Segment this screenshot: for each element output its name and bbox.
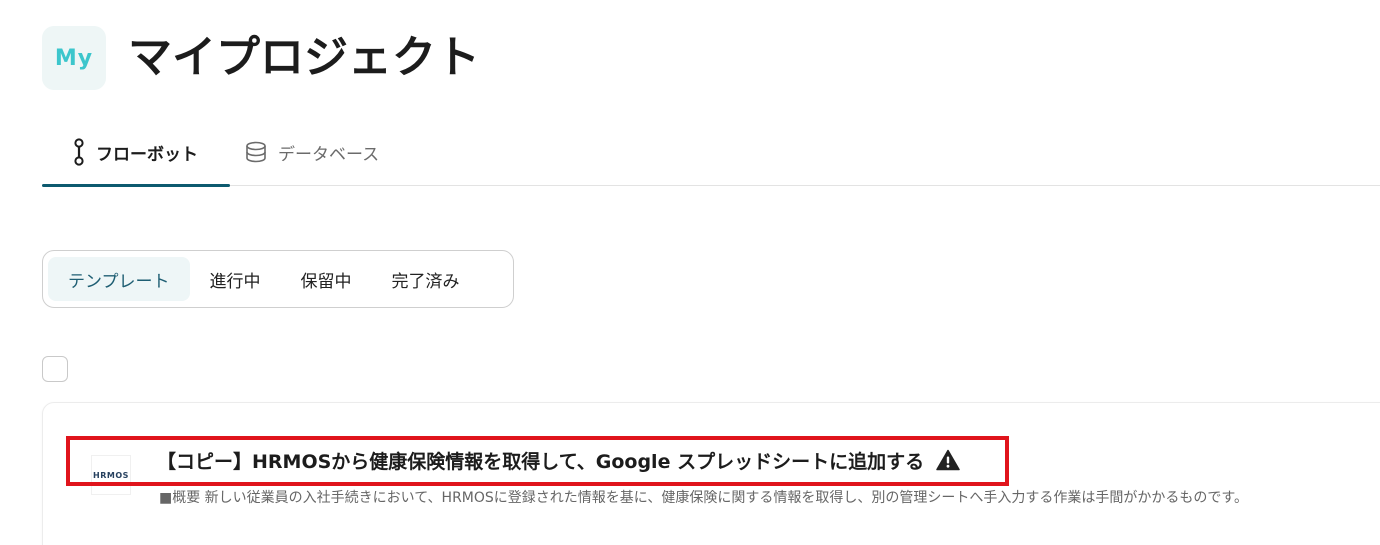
flowbot-icon [72,138,86,166]
filter-in-progress[interactable]: 進行中 [190,257,281,301]
page-title: マイプロジェクト [128,32,480,83]
tab-flowbot[interactable]: フローボット [72,118,198,186]
tab-database[interactable]: データベース [244,118,379,186]
my-project-page: My マイプロジェクト フローボット データベース テンプレート 進行中 保留中… [0,0,1380,545]
select-all-checkbox[interactable] [42,356,68,382]
database-icon [244,140,268,164]
tab-flowbot-label: フローボット [96,144,198,165]
filter-completed[interactable]: 完了済み [372,257,480,301]
flow-title-text: 【コピー】HRMOSから健康保険情報を取得して、Google スプレッドシートに… [157,450,925,473]
main-tabs: フローボット データベース [42,118,1380,187]
status-filter: テンプレート 進行中 保留中 完了済み [42,250,514,308]
warning-icon [936,449,960,471]
tab-database-label: データベース [278,144,380,165]
flow-description: ■概要 新しい従業員の入社手続きにおいて、HRMOSに登録された情報を基に、健康… [159,490,1248,506]
project-avatar-text: My [54,45,94,71]
active-tab-indicator [42,184,230,187]
flow-title[interactable]: 【コピー】HRMOSから健康保険情報を取得して、Google スプレッドシートに… [157,444,960,476]
flow-card[interactable]: HRMOS 【コピー】HRMOSから健康保険情報を取得して、Google スプレ… [42,402,1380,545]
filter-on-hold[interactable]: 保留中 [281,257,372,301]
project-avatar: My [42,26,106,90]
filter-template[interactable]: テンプレート [48,257,190,301]
